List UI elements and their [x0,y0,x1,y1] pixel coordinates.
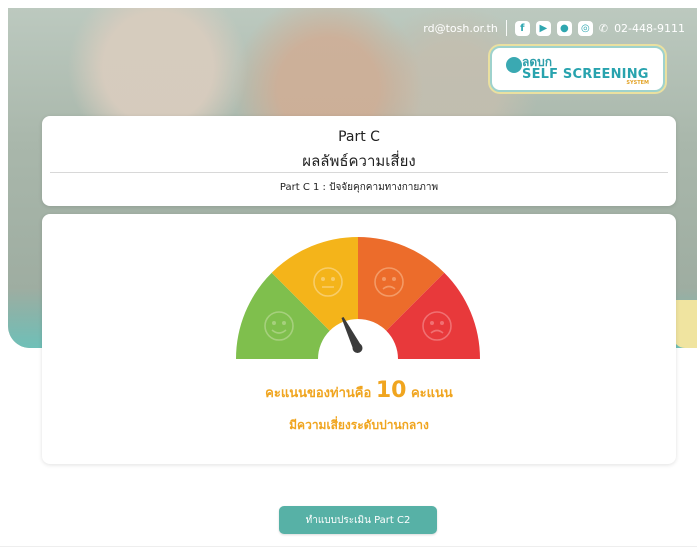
score-suffix: คะแนน [410,386,453,401]
logo-mark-icon [506,57,522,73]
email-link[interactable]: rd@tosh.or.th [423,22,498,35]
phone-icon: ✆ [598,21,609,35]
divider [50,172,668,173]
next-assessment-button[interactable]: ทำแบบประเมิน Part C2 [279,506,437,534]
line-icon[interactable]: ● [556,20,572,36]
divider [505,20,507,36]
part-title: Part C [338,129,380,145]
youtube-icon[interactable]: ▶ [535,20,551,36]
result-card: คะแนนของท่านคือ 10 คะแนน มีความเสี่ยงระด… [42,214,676,464]
divider [0,546,697,547]
risk-gauge [236,237,480,359]
facebook-icon[interactable]: f [514,20,530,36]
score-text: คะแนนของท่านคือ 10 คะแนน [42,378,676,403]
page-title: ผลลัพธ์ความเสี่ยง [302,152,416,170]
instagram-icon[interactable]: ◎ [577,20,593,36]
site-logo[interactable]: ลดบก SELF SCREENING SYSTEM [490,46,665,92]
risk-level-text: มีความเสี่ยงระดับปานกลาง [289,418,429,432]
gauge-needle [341,317,363,353]
phone-number[interactable]: 02-448-9111 [614,22,685,35]
section-subtitle: Part C 1 : ปัจจัยคุกคามทางกายภาพ [279,182,439,193]
logo-subtitle: SYSTEM [626,80,649,86]
title-card: Part C ผลลัพธ์ความเสี่ยง Part C 1 : ปัจจ… [42,116,676,206]
score-prefix: คะแนนของท่านคือ [265,386,372,401]
contact-bar: rd@tosh.or.th f ▶ ● ◎ ✆ 02-448-9111 [423,20,685,36]
score-value: 10 [375,378,407,403]
hero-accent-edge [673,300,697,348]
